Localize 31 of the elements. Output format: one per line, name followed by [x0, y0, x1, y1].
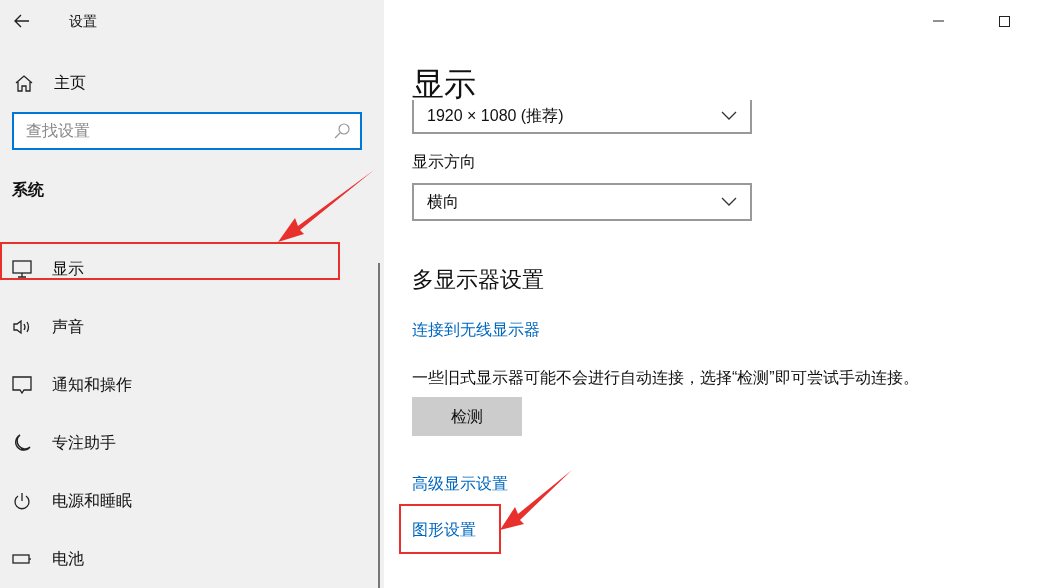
- search-field[interactable]: 查找设置: [12, 112, 362, 150]
- message-icon: [12, 376, 32, 394]
- maximize-icon: [998, 15, 1010, 27]
- field-label: 显示方向: [412, 152, 477, 172]
- section-heading: 系统: [12, 180, 45, 200]
- power-icon: [12, 492, 32, 510]
- sidebar-item[interactable]: 声音: [0, 308, 84, 346]
- monitor-icon: [12, 260, 32, 278]
- resolution-dropdown[interactable]: 1920 × 1080 (推荐): [412, 100, 752, 134]
- chevron-down-icon: [721, 197, 737, 207]
- sidebar-item[interactable]: 通知和操作: [0, 366, 132, 404]
- home-item[interactable]: 主页: [0, 70, 384, 95]
- orientation-dropdown[interactable]: 横向: [412, 183, 752, 221]
- section-heading: 多显示器设置: [412, 266, 545, 294]
- wireless-display-link[interactable]: 连接到无线显示器: [412, 318, 540, 342]
- sidebar-item[interactable]: 显示: [0, 250, 84, 288]
- search-icon: [334, 123, 350, 139]
- sidebar-item[interactable]: 专注助手: [0, 424, 116, 462]
- window-title: 设置: [69, 11, 97, 31]
- moon-icon: [12, 434, 32, 452]
- chevron-down-icon: [721, 111, 737, 121]
- minimize-icon: [932, 20, 944, 22]
- sidebar-item[interactable]: 电池: [0, 540, 84, 578]
- back-arrow-icon: [14, 14, 30, 28]
- sidebar-item[interactable]: 电源和睡眠: [0, 482, 132, 520]
- description-text: 一些旧式显示器可能不会进行自动连接，选择“检测”即可尝试手动连接。: [412, 368, 920, 388]
- speaker-icon: [12, 318, 32, 336]
- home-icon: [14, 73, 34, 92]
- settings-link[interactable]: 图形设置: [412, 521, 476, 538]
- settings-link[interactable]: 高级显示设置: [412, 475, 508, 492]
- detect-button[interactable]: 检测: [412, 397, 522, 436]
